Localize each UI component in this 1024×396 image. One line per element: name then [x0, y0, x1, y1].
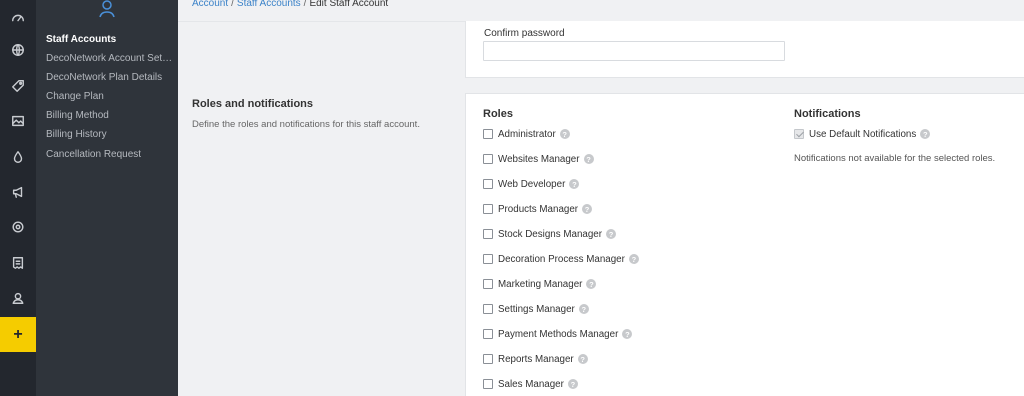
- role-row[interactable]: Stock Designs Manager ?: [483, 227, 617, 241]
- notifications-note: Notifications not available for the sele…: [794, 153, 996, 164]
- role-checkbox[interactable]: [483, 304, 493, 314]
- role-row[interactable]: Settings Manager ?: [483, 302, 589, 316]
- role-row[interactable]: Products Manager ?: [483, 202, 593, 216]
- role-label[interactable]: Settings Manager: [498, 304, 575, 315]
- account-subnav: Staff Accounts DecoNetwork Account Setti…: [36, 0, 178, 396]
- role-checkbox[interactable]: [483, 254, 493, 264]
- image-icon[interactable]: [0, 103, 36, 139]
- role-label[interactable]: Reports Manager: [498, 354, 574, 365]
- role-label[interactable]: Decoration Process Manager: [498, 254, 625, 265]
- confirm-password-input[interactable]: [483, 41, 785, 61]
- role-label[interactable]: Websites Manager: [498, 154, 580, 165]
- help-icon[interactable]: ?: [577, 354, 588, 364]
- roles-card: Roles Administrator ? Websites Manager ?…: [465, 93, 1024, 396]
- icon-rail: +: [0, 0, 36, 396]
- role-checkbox[interactable]: [483, 204, 493, 214]
- role-label[interactable]: Administrator: [498, 129, 556, 140]
- role-checkbox[interactable]: [483, 279, 493, 289]
- globe-icon[interactable]: [0, 32, 36, 68]
- help-icon[interactable]: ?: [606, 229, 617, 239]
- subnav-item-staff-accounts[interactable]: Staff Accounts: [46, 33, 174, 46]
- use-default-notifications-row: Use Default Notifications ?: [794, 127, 931, 141]
- breadcrumb-account-link[interactable]: Account: [192, 0, 228, 9]
- role-row[interactable]: Sales Manager ?: [483, 377, 578, 391]
- use-default-notifications-label: Use Default Notifications: [809, 128, 917, 140]
- role-checkbox[interactable]: [483, 154, 493, 164]
- role-checkbox[interactable]: [483, 329, 493, 339]
- help-icon[interactable]: ?: [567, 379, 578, 389]
- role-row[interactable]: Decoration Process Manager ?: [483, 252, 639, 266]
- use-default-notifications-checkbox: [794, 129, 804, 139]
- subnav-item-cancellation-request[interactable]: Cancellation Request: [46, 148, 174, 161]
- role-label[interactable]: Stock Designs Manager: [498, 229, 602, 240]
- role-row[interactable]: Reports Manager ?: [483, 352, 588, 366]
- role-checkbox[interactable]: [483, 229, 493, 239]
- dashboard-icon[interactable]: [0, 0, 36, 36]
- role-checkbox[interactable]: [483, 179, 493, 189]
- user-icon[interactable]: [0, 280, 36, 316]
- breadcrumb-current: Edit Staff Account: [309, 0, 389, 9]
- subnav-item-billing-history[interactable]: Billing History: [46, 128, 174, 141]
- role-checkbox[interactable]: [483, 129, 493, 139]
- subnav-item-change-plan[interactable]: Change Plan: [46, 90, 174, 103]
- drop-icon[interactable]: [0, 139, 36, 175]
- role-label[interactable]: Products Manager: [498, 204, 578, 215]
- roles-section-title: Roles and notifications: [192, 98, 314, 110]
- role-label[interactable]: Web Developer: [498, 179, 565, 190]
- breadcrumb-staff-accounts-link[interactable]: Staff Accounts: [237, 0, 301, 9]
- roles-section-description: Define the roles and notifications for t…: [192, 119, 420, 130]
- role-label[interactable]: Marketing Manager: [498, 279, 582, 290]
- confirm-password-label: Confirm password: [484, 28, 565, 39]
- role-label[interactable]: Payment Methods Manager: [498, 329, 618, 340]
- help-icon[interactable]: ?: [622, 329, 633, 339]
- help-icon[interactable]: ?: [582, 204, 593, 214]
- role-checkbox[interactable]: [483, 354, 493, 364]
- breadcrumb-separator: /: [303, 0, 307, 9]
- role-label[interactable]: Sales Manager: [498, 379, 564, 390]
- receipt-icon[interactable]: [0, 245, 36, 281]
- role-checkbox[interactable]: [483, 379, 493, 389]
- breadcrumb: Account / Staff Accounts / Edit Staff Accoun…: [192, 0, 388, 10]
- role-row[interactable]: Marketing Manager ?: [483, 277, 597, 291]
- main-content: Account / Staff Accounts / Edit Staff Accoun…: [178, 0, 1024, 396]
- settings-icon[interactable]: [0, 209, 36, 245]
- roles-heading: Roles: [483, 108, 513, 120]
- breadcrumb-separator: /: [231, 0, 234, 9]
- help-icon[interactable]: ?: [586, 279, 597, 289]
- help-icon[interactable]: ?: [569, 179, 580, 189]
- subnav-item-account-settings[interactable]: DecoNetwork Account Setti...: [46, 52, 174, 65]
- role-row[interactable]: Websites Manager ?: [483, 152, 594, 166]
- help-icon[interactable]: ?: [578, 304, 589, 314]
- role-row[interactable]: Web Developer ?: [483, 177, 580, 191]
- password-card: Confirm password: [465, 21, 1024, 78]
- help-icon[interactable]: ?: [583, 154, 594, 164]
- tag-icon[interactable]: [0, 68, 36, 104]
- notifications-heading: Notifications: [794, 108, 861, 120]
- help-icon[interactable]: ?: [628, 254, 639, 264]
- role-row[interactable]: Payment Methods Manager ?: [483, 327, 633, 341]
- role-row[interactable]: Administrator ?: [483, 127, 570, 141]
- megaphone-icon[interactable]: [0, 174, 36, 210]
- help-icon[interactable]: ?: [559, 129, 570, 139]
- help-icon[interactable]: ?: [920, 129, 931, 139]
- subnav-item-plan-details[interactable]: DecoNetwork Plan Details: [46, 71, 174, 84]
- plus-icon[interactable]: +: [0, 317, 36, 352]
- subnav-item-billing-method[interactable]: Billing Method: [46, 109, 174, 122]
- user-avatar-icon: [98, 0, 116, 18]
